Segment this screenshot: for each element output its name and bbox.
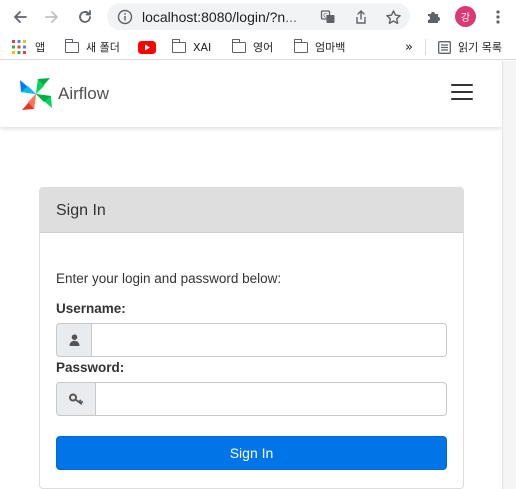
bookmarks-bar: 앱 새 폴더 XAI 영어 엄마백 » 읽기 목록 [0, 34, 516, 60]
username-input[interactable] [91, 323, 447, 357]
url-text: localhost:8080/login/?n [142, 9, 286, 25]
login-instructions: Enter your login and password below: [56, 271, 282, 286]
extensions-button[interactable] [422, 6, 444, 28]
navbar-toggle-button[interactable] [451, 84, 473, 102]
login-panel-title: Sign In [40, 188, 463, 233]
airflow-logo-icon [20, 78, 52, 110]
reading-list-icon [438, 40, 451, 54]
brand-name: Airflow [58, 84, 110, 103]
hamburger-icon [451, 98, 473, 100]
reload-icon [79, 10, 91, 23]
profile-avatar[interactable]: 강 [455, 6, 476, 27]
username-input-group [56, 323, 447, 357]
forward-button[interactable] [41, 6, 63, 28]
password-label: Password: [56, 360, 125, 375]
username-label: Username: [56, 301, 126, 316]
site-info-icon[interactable] [116, 8, 134, 26]
password-input-group [56, 382, 447, 416]
browser-menu-button[interactable] [487, 6, 509, 28]
translate-icon: G [320, 10, 335, 23]
sign-in-button[interactable]: Sign In [56, 436, 447, 470]
page-content: Airflow Sign In Enter your login and pas… [0, 61, 516, 489]
kebab-menu-icon [496, 10, 500, 24]
bookmark-apps[interactable]: 앱 [12, 38, 45, 56]
bookmark-mom[interactable]: 엄마백 [293, 38, 346, 56]
info-circle-icon [117, 9, 133, 25]
svg-text:G: G [323, 13, 328, 20]
bookmark-label: 영어 [253, 41, 274, 54]
bookmark-label: 앱 [35, 41, 46, 54]
app-navbar: Airflow [0, 61, 502, 127]
reading-list-button[interactable]: 읽기 목록 [438, 38, 502, 56]
username-addon [56, 323, 91, 357]
youtube-icon [138, 40, 156, 54]
translate-button[interactable]: G [319, 8, 337, 26]
bookmark-new-folder[interactable]: 새 폴더 [64, 38, 120, 56]
bookmark-label: XAI [193, 40, 212, 54]
bookmark-star-button[interactable] [384, 8, 402, 26]
star-icon [385, 9, 401, 24]
reload-button[interactable] [74, 6, 96, 28]
apps-grid-icon [12, 40, 26, 54]
user-icon [69, 334, 79, 346]
bookmark-youtube[interactable] [138, 38, 156, 56]
password-input[interactable] [95, 382, 447, 416]
folder-icon [64, 38, 79, 53]
folder-icon [293, 38, 308, 53]
brand-link[interactable]: Airflow [18, 76, 109, 112]
bookmark-xai[interactable]: XAI [171, 38, 212, 56]
arrow-left-icon [14, 11, 27, 23]
password-addon [56, 382, 95, 416]
back-button[interactable] [9, 6, 31, 28]
bookmark-label: 새 폴더 [86, 41, 120, 54]
folder-icon [231, 38, 246, 53]
bookmarks-overflow-button[interactable]: » [405, 38, 413, 56]
reading-list-label: 읽기 목록 [458, 41, 502, 54]
share-icon [356, 10, 366, 24]
bookmarks-divider [425, 39, 426, 55]
browser-toolbar: localhost:8080/login/?n... G 강 [0, 0, 516, 34]
arrow-right-icon [45, 11, 58, 23]
folder-icon [171, 38, 186, 53]
hamburger-icon [451, 84, 473, 86]
url-ellipsis: ... [285, 9, 297, 25]
bookmark-label: 엄마백 [315, 41, 346, 54]
address-bar[interactable]: localhost:8080/login/?n... G [107, 3, 410, 30]
share-button[interactable] [352, 8, 370, 26]
login-panel: Sign In Enter your login and password be… [39, 187, 464, 489]
puzzle-piece-icon [428, 12, 440, 23]
hamburger-icon [451, 91, 473, 93]
page-scrollbar-track[interactable] [502, 61, 516, 489]
key-icon [68, 393, 83, 405]
bookmark-english[interactable]: 영어 [231, 38, 274, 56]
address-text[interactable]: localhost:8080/login/?n... [142, 9, 297, 25]
